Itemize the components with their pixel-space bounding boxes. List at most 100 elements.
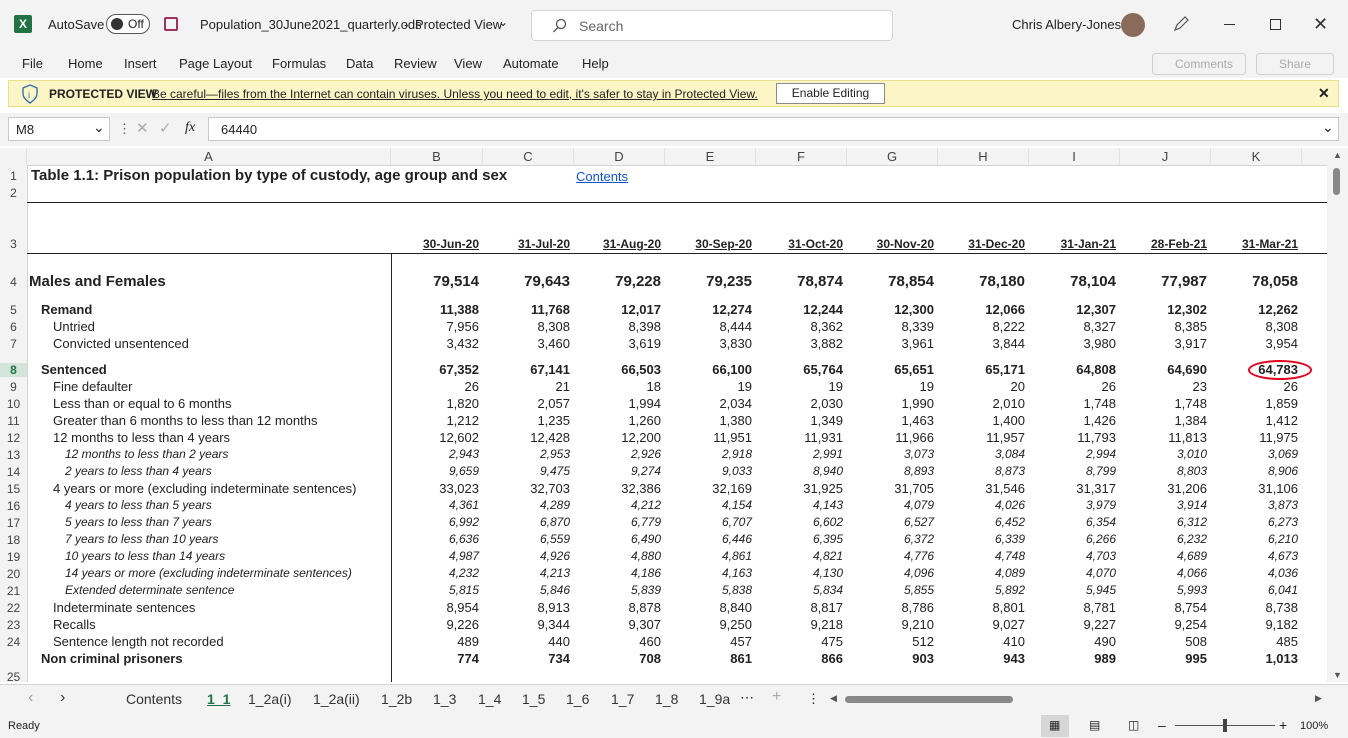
data-cell[interactable]: 11,951 xyxy=(662,430,752,445)
date-column-header[interactable]: 30-Sep-20 xyxy=(662,237,752,251)
data-cell[interactable]: 3,961 xyxy=(844,336,934,351)
row-header[interactable]: 9 xyxy=(0,380,27,394)
pen-icon[interactable] xyxy=(1172,15,1190,33)
data-cell[interactable]: 8,893 xyxy=(844,464,934,478)
data-cell[interactable]: 4,673 xyxy=(1208,549,1298,563)
cell-area[interactable]: Table 1.1: Prison population by type of … xyxy=(27,165,1327,682)
data-cell[interactable]: 1,380 xyxy=(662,413,752,428)
data-cell[interactable]: 457 xyxy=(662,634,752,649)
data-cell[interactable]: 6,266 xyxy=(1026,532,1116,546)
row-header[interactable]: 4 xyxy=(0,275,27,289)
data-cell[interactable]: 67,141 xyxy=(480,362,570,377)
menu-view[interactable]: View xyxy=(454,56,482,71)
data-cell[interactable]: 4,130 xyxy=(753,566,843,580)
data-cell[interactable]: 4,289 xyxy=(480,498,570,512)
data-cell[interactable]: 19 xyxy=(662,379,752,394)
data-cell[interactable]: 12,274 xyxy=(662,302,752,317)
data-cell[interactable]: 8,878 xyxy=(571,600,661,615)
data-cell[interactable]: 6,636 xyxy=(389,532,479,546)
data-cell[interactable]: 11,966 xyxy=(844,430,934,445)
data-cell[interactable]: 66,100 xyxy=(662,362,752,377)
data-cell[interactable]: 8,940 xyxy=(753,464,843,478)
data-cell[interactable]: 3,073 xyxy=(844,447,934,461)
data-cell[interactable]: 11,931 xyxy=(753,430,843,445)
data-cell[interactable]: 9,210 xyxy=(844,617,934,632)
data-cell[interactable]: 2,010 xyxy=(935,396,1025,411)
data-cell[interactable]: 489 xyxy=(389,634,479,649)
data-cell[interactable]: 79,228 xyxy=(571,273,661,290)
data-cell[interactable]: 8,327 xyxy=(1026,319,1116,334)
data-cell[interactable]: 9,182 xyxy=(1208,617,1298,632)
data-cell[interactable]: 2,943 xyxy=(389,447,479,461)
enable-editing-button[interactable]: Enable Editing xyxy=(776,83,885,104)
data-cell[interactable]: 11,813 xyxy=(1117,430,1207,445)
data-cell[interactable]: 4,861 xyxy=(662,549,752,563)
menu-data[interactable]: Data xyxy=(346,56,373,71)
data-cell[interactable]: 2,034 xyxy=(662,396,752,411)
data-cell[interactable]: 4,821 xyxy=(753,549,843,563)
data-cell[interactable]: 4,232 xyxy=(389,566,479,580)
data-cell[interactable]: 1,260 xyxy=(571,413,661,428)
row-header[interactable]: 7 xyxy=(0,337,27,351)
data-cell[interactable]: 5,846 xyxy=(480,583,570,597)
data-cell[interactable]: 3,084 xyxy=(935,447,1025,461)
data-cell[interactable]: 77,987 xyxy=(1117,273,1207,290)
data-cell[interactable]: 5,838 xyxy=(662,583,752,597)
data-cell[interactable]: 6,339 xyxy=(935,532,1025,546)
data-cell[interactable]: 1,235 xyxy=(480,413,570,428)
data-cell[interactable]: 33,023 xyxy=(389,481,479,496)
data-cell[interactable]: 8,913 xyxy=(480,600,570,615)
data-cell[interactable]: 4,154 xyxy=(662,498,752,512)
data-cell[interactable]: 5,993 xyxy=(1117,583,1207,597)
data-cell[interactable]: 31,705 xyxy=(844,481,934,496)
data-cell[interactable]: 8,803 xyxy=(1117,464,1207,478)
column-header-b[interactable]: B xyxy=(391,148,483,165)
menu-insert[interactable]: Insert xyxy=(124,56,157,71)
user-name[interactable]: Chris Albery-Jones xyxy=(1012,17,1121,32)
data-cell[interactable]: 23 xyxy=(1117,379,1207,394)
column-header-g[interactable]: G xyxy=(847,148,938,165)
protected-view-message[interactable]: Be careful—files from the Internet can c… xyxy=(152,87,758,101)
tab-1-4[interactable]: 1_4 xyxy=(478,691,501,707)
data-cell[interactable]: 8,398 xyxy=(571,319,661,334)
menu-home[interactable]: Home xyxy=(68,56,103,71)
row-label[interactable]: Recalls xyxy=(53,617,96,632)
row-label[interactable]: 14 years or more (excluding indeterminat… xyxy=(65,566,352,580)
date-column-header[interactable]: 31-Dec-20 xyxy=(935,237,1025,251)
row-label[interactable]: Fine defaulter xyxy=(53,379,133,394)
data-cell[interactable]: 1,412 xyxy=(1208,413,1298,428)
data-cell[interactable]: 8,754 xyxy=(1117,600,1207,615)
data-cell[interactable]: 4,361 xyxy=(389,498,479,512)
data-cell[interactable]: 1,820 xyxy=(389,396,479,411)
row-header[interactable]: 11 xyxy=(0,414,27,428)
column-header-c[interactable]: C xyxy=(483,148,574,165)
data-cell[interactable]: 1,349 xyxy=(753,413,843,428)
data-cell[interactable]: 31,317 xyxy=(1026,481,1116,496)
scroll-up-icon[interactable]: ▲ xyxy=(1333,150,1342,160)
data-cell[interactable]: 4,212 xyxy=(571,498,661,512)
data-cell[interactable]: 4,096 xyxy=(844,566,934,580)
tab-1-3[interactable]: 1_3 xyxy=(433,691,456,707)
data-cell[interactable]: 4,036 xyxy=(1208,566,1298,580)
data-cell[interactable]: 5,892 xyxy=(935,583,1025,597)
data-cell[interactable]: 4,079 xyxy=(844,498,934,512)
row-header[interactable]: 5 xyxy=(0,303,27,317)
data-cell[interactable]: 4,703 xyxy=(1026,549,1116,563)
data-cell[interactable]: 3,873 xyxy=(1208,498,1298,512)
save-icon[interactable] xyxy=(164,17,178,31)
data-cell[interactable]: 31,206 xyxy=(1117,481,1207,496)
column-header-j[interactable]: J xyxy=(1120,148,1211,165)
data-cell[interactable]: 2,918 xyxy=(662,447,752,461)
data-cell[interactable]: 4,748 xyxy=(935,549,1025,563)
date-column-header[interactable]: 31-Oct-20 xyxy=(753,237,843,251)
tab-contents[interactable]: Contents xyxy=(126,691,182,707)
data-cell[interactable]: 485 xyxy=(1208,634,1298,649)
data-cell[interactable]: 3,830 xyxy=(662,336,752,351)
data-cell[interactable]: 508 xyxy=(1117,634,1207,649)
data-cell[interactable]: 3,069 xyxy=(1208,447,1298,461)
chevron-down-icon[interactable]: ⌄ xyxy=(93,119,105,136)
data-cell[interactable]: 1,748 xyxy=(1026,396,1116,411)
data-cell[interactable]: 5,839 xyxy=(571,583,661,597)
scroll-down-icon[interactable]: ▼ xyxy=(1333,670,1342,680)
row-header[interactable]: 22 xyxy=(0,601,27,615)
